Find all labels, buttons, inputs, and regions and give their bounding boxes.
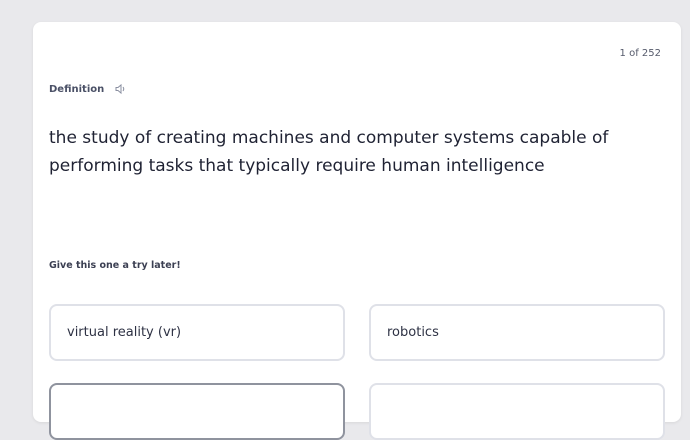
- term-header: Definition: [49, 82, 128, 96]
- answer-option-label: robotics: [387, 325, 439, 340]
- answer-option[interactable]: robotics: [369, 304, 665, 361]
- flashcard: 1 of 252 Definition the study of creatin…: [33, 22, 681, 440]
- answer-option-label: virtual reality (vr): [67, 325, 182, 340]
- try-later-link[interactable]: Give this one a try later!: [49, 260, 181, 271]
- progress-counter: 1 of 252: [619, 48, 661, 59]
- term-label: Definition: [49, 83, 105, 95]
- speaker-icon[interactable]: [114, 82, 128, 96]
- definition-text: the study of creating machines and compu…: [49, 128, 609, 176]
- answer-option[interactable]: virtual reality (vr): [49, 304, 345, 361]
